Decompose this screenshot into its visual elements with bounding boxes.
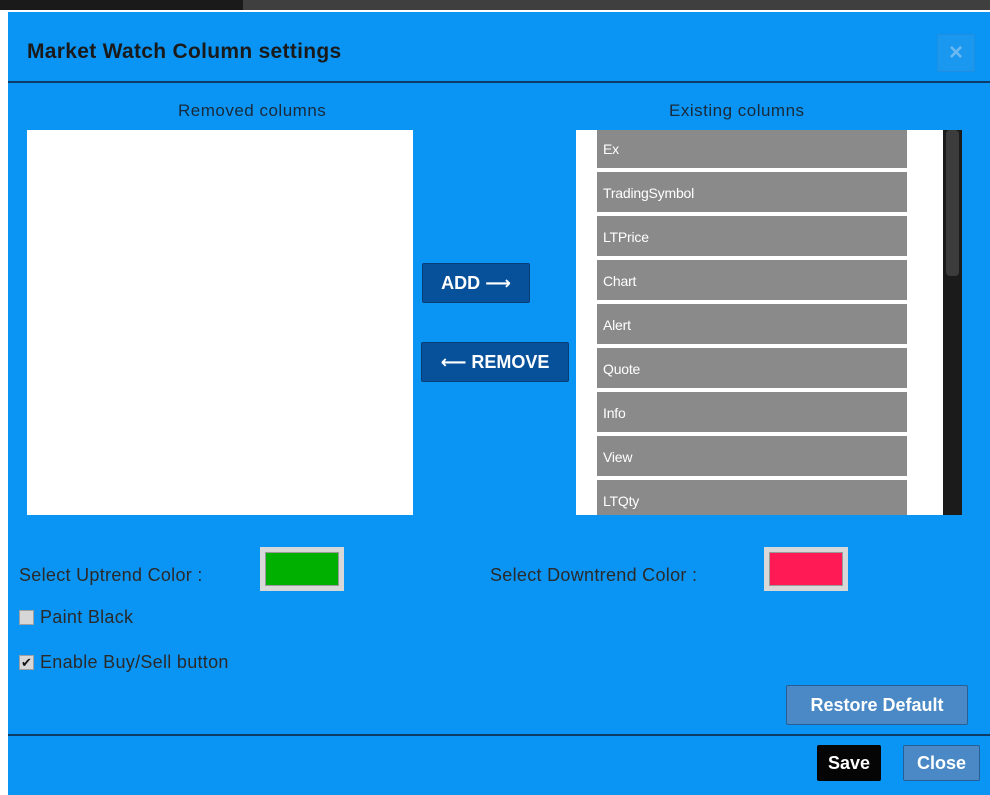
uptrend-color-label: Select Uptrend Color : bbox=[19, 565, 203, 585]
buy-sell-checkbox[interactable]: ✔ bbox=[19, 655, 34, 670]
uptrend-color-swatch bbox=[265, 552, 339, 586]
existing-column-item[interactable]: Info bbox=[597, 392, 907, 432]
top-app-bar bbox=[0, 0, 990, 10]
add-column-button[interactable]: ADD ⟶ bbox=[422, 263, 530, 303]
paint-black-checkbox[interactable] bbox=[19, 610, 34, 625]
existing-column-item[interactable]: TradingSymbol bbox=[597, 172, 907, 212]
buy-sell-option[interactable]: ✔ Enable Buy/Sell button bbox=[19, 652, 229, 673]
column-settings-dialog: Market Watch Column settings × Removed c… bbox=[8, 12, 990, 795]
existing-column-item[interactable]: LTPrice bbox=[597, 216, 907, 256]
remove-column-button[interactable]: ⟵ REMOVE bbox=[421, 342, 569, 382]
existing-column-item[interactable]: Ex bbox=[597, 130, 907, 168]
close-button[interactable]: Close bbox=[903, 745, 980, 781]
buy-sell-label: Enable Buy/Sell button bbox=[40, 652, 229, 672]
existing-column-item[interactable]: Chart bbox=[597, 260, 907, 300]
existing-columns-items: Ex TradingSymbol LTPrice Chart Alert Quote Inf… bbox=[597, 130, 907, 515]
save-button[interactable]: Save bbox=[817, 745, 881, 781]
top-app-bar-segment bbox=[0, 0, 243, 10]
paint-black-label: Paint Black bbox=[40, 607, 134, 627]
existing-columns-heading: Existing columns bbox=[669, 101, 805, 120]
restore-default-button[interactable]: Restore Default bbox=[786, 685, 968, 725]
existing-list-scrollbar[interactable] bbox=[943, 130, 962, 515]
existing-column-item[interactable]: LTQty bbox=[597, 480, 907, 515]
close-icon[interactable]: × bbox=[937, 34, 975, 72]
removed-columns-heading: Removed columns bbox=[178, 101, 327, 120]
downtrend-color-label: Select Downtrend Color : bbox=[490, 565, 698, 585]
paint-black-option[interactable]: Paint Black bbox=[19, 607, 133, 628]
existing-column-item[interactable]: Quote bbox=[597, 348, 907, 388]
existing-column-item[interactable]: View bbox=[597, 436, 907, 476]
divider bbox=[8, 81, 990, 83]
downtrend-color-swatch bbox=[769, 552, 843, 586]
downtrend-color-picker[interactable] bbox=[764, 547, 848, 591]
existing-column-item[interactable]: Alert bbox=[597, 304, 907, 344]
existing-columns-list[interactable]: Ex TradingSymbol LTPrice Chart Alert Quote Inf… bbox=[576, 130, 962, 515]
scroll-thumb[interactable] bbox=[946, 130, 959, 276]
removed-columns-list[interactable] bbox=[27, 130, 413, 515]
uptrend-color-picker[interactable] bbox=[260, 547, 344, 591]
dialog-title: Market Watch Column settings bbox=[27, 40, 342, 63]
divider bbox=[8, 734, 990, 736]
